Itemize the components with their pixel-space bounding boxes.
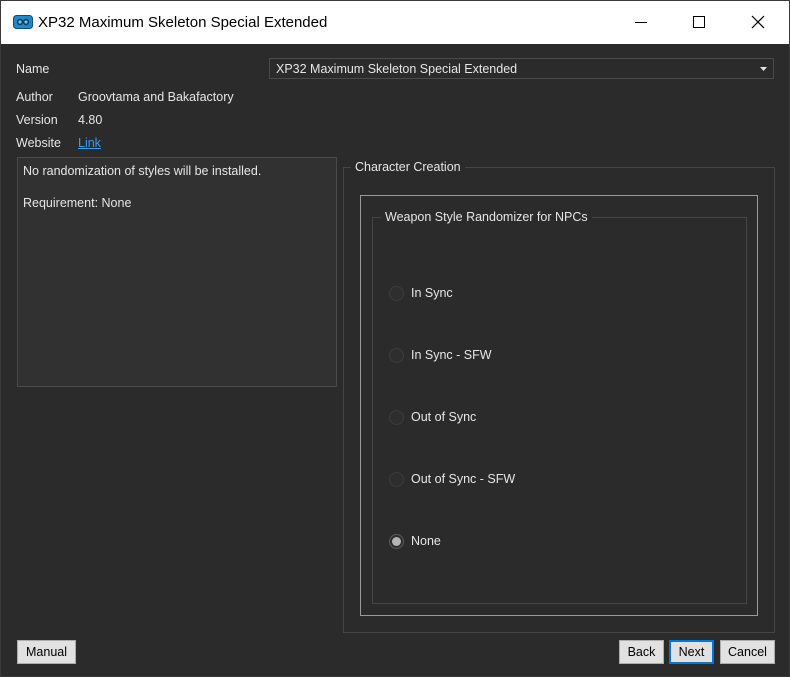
maximize-icon bbox=[693, 16, 705, 28]
next-button[interactable]: Next bbox=[669, 640, 714, 664]
radio-button[interactable] bbox=[389, 286, 404, 301]
website-label: Website bbox=[16, 136, 61, 150]
close-button[interactable] bbox=[735, 1, 781, 44]
radio-button[interactable] bbox=[389, 410, 404, 425]
minimize-button[interactable] bbox=[618, 1, 664, 44]
radio-button[interactable] bbox=[389, 472, 404, 487]
minimize-icon bbox=[635, 22, 647, 23]
option-label: In Sync - SFW bbox=[411, 348, 492, 362]
radio-button[interactable] bbox=[389, 348, 404, 363]
close-icon bbox=[751, 15, 765, 29]
version-value: 4.80 bbox=[78, 113, 103, 127]
cancel-button[interactable]: Cancel bbox=[720, 640, 775, 664]
installer-window: XP32 Maximum Skeleton Special Extended N… bbox=[0, 0, 790, 677]
group-title: Character Creation bbox=[351, 160, 465, 174]
radio-button-selected[interactable] bbox=[389, 534, 404, 549]
option-label: In Sync bbox=[411, 286, 453, 300]
description-box[interactable]: No randomization of styles will be insta… bbox=[17, 157, 337, 387]
chevron-down-icon bbox=[760, 67, 767, 71]
option-label: Out of Sync - SFW bbox=[411, 472, 516, 486]
sub-group-title: Weapon Style Randomizer for NPCs bbox=[381, 210, 592, 224]
app-icon bbox=[13, 15, 33, 29]
version-label: Version bbox=[16, 113, 58, 127]
author-label: Author bbox=[16, 90, 53, 104]
option-label: None bbox=[411, 534, 441, 548]
requirement-text: Requirement: None bbox=[23, 196, 132, 210]
description-text: No randomization of styles will be insta… bbox=[23, 164, 262, 178]
author-value: Groovtama and Bakafactory bbox=[78, 90, 234, 104]
name-label: Name bbox=[16, 62, 50, 76]
maximize-button[interactable] bbox=[676, 1, 722, 44]
window-title: XP32 Maximum Skeleton Special Extended bbox=[38, 14, 328, 31]
name-select-value: XP32 Maximum Skeleton Special Extended bbox=[276, 62, 518, 76]
website-link[interactable]: Link bbox=[78, 136, 101, 150]
back-button[interactable]: Back bbox=[619, 640, 664, 664]
title-bar[interactable]: XP32 Maximum Skeleton Special Extended bbox=[1, 1, 789, 44]
manual-button[interactable]: Manual bbox=[17, 640, 76, 664]
option-label: Out of Sync bbox=[411, 410, 477, 424]
name-select[interactable]: XP32 Maximum Skeleton Special Extended bbox=[269, 58, 774, 79]
